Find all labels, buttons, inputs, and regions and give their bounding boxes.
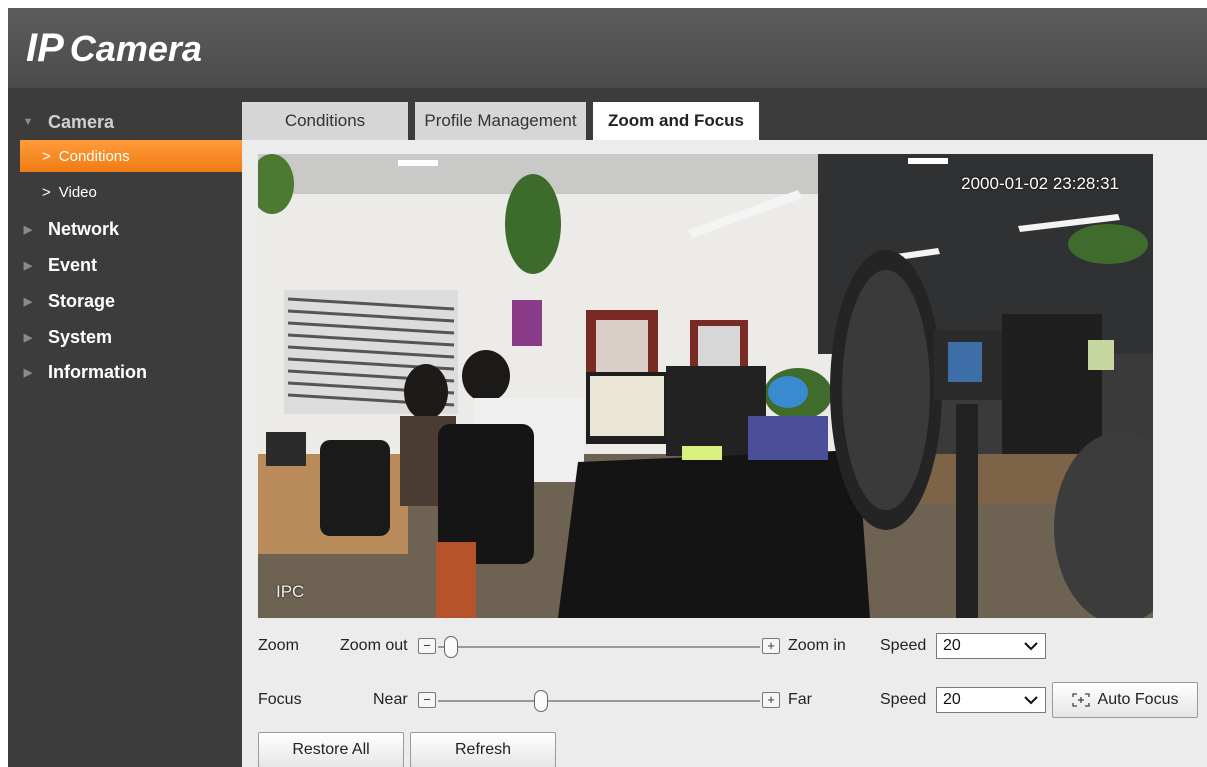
sidebar-item-storage[interactable]: ▶ Storage [8,283,242,319]
zoom-speed-select[interactable]: 20 [936,633,1046,659]
sidebar-item-system[interactable]: ▶ System [8,319,242,355]
sidebar-item-label: System [48,326,113,347]
tab-bar: Conditions Profile Management Zoom and F… [242,102,1207,140]
auto-focus-label: Auto Focus [1097,691,1179,708]
focus-far-label: Far [788,691,812,708]
sidebar-item-label: Event [48,254,98,275]
sidebar-item-label: Video [58,183,97,201]
sidebar-item-conditions[interactable]: > Conditions [20,140,242,172]
sidebar-item-information[interactable]: ▶ Information [8,354,242,390]
tab-zoom-and-focus[interactable]: Zoom and Focus [593,102,759,140]
tab-profile-management[interactable]: Profile Management [415,102,586,140]
refresh-button[interactable]: Refresh [410,732,556,767]
triangle-right-icon: ▶ [23,331,33,344]
logo-camera: Camera [69,28,202,69]
focus-frame-icon [1071,693,1090,707]
restore-all-button[interactable]: Restore All [258,732,404,767]
sidebar-item-event[interactable]: ▶ Event [8,247,242,283]
zoom-slider-handle[interactable] [443,636,458,658]
triangle-right-icon: ▶ [23,259,33,272]
sidebar-item-video[interactable]: > Video [20,176,242,208]
app-window: IP Camera ▼ Camera > Conditions > Video ▶… [8,8,1207,767]
header-bar: IP Camera [8,8,1207,88]
app-logo: IP Camera [26,26,202,71]
zoom-out-label: Zoom out [340,637,408,654]
sidebar-item-label: Conditions [58,147,130,165]
sidebar-item-label: Network [48,218,120,239]
sidebar-item-label: Camera [48,111,115,132]
tab-content: 2000-01-02 23:28:31 IPC Zoom Zoom out − … [242,140,1207,767]
focus-speed-value: 20 [943,691,961,708]
zoom-slider-track[interactable] [438,646,760,648]
chevron-down-icon [1024,696,1038,705]
zoom-in-button[interactable]: + [762,638,780,654]
zoom-out-button[interactable]: − [418,638,436,654]
zoom-in-label: Zoom in [788,637,846,654]
video-timestamp: 2000-01-02 23:28:31 [961,174,1119,193]
auto-focus-button[interactable]: Auto Focus [1052,682,1198,718]
focus-slider-handle[interactable] [534,690,549,712]
zoom-label: Zoom [258,637,299,654]
video-osd-label: IPC [276,582,305,601]
focus-speed-label: Speed [880,691,927,708]
triangle-down-icon: ▼ [22,116,34,128]
main-panel: Conditions Profile Management Zoom and F… [242,88,1207,767]
logo-ip: IP [26,26,64,70]
live-video-view[interactable]: 2000-01-02 23:28:31 IPC [258,154,1153,618]
focus-label: Focus [258,691,302,708]
sidebar-item-camera[interactable]: ▼ Camera [8,104,242,140]
zoom-speed-value: 20 [943,637,961,654]
triangle-right-icon: ▶ [23,366,33,379]
tab-conditions[interactable]: Conditions [242,102,408,140]
zoom-speed-label: Speed [880,637,927,654]
chevron-right-icon: > [42,183,51,201]
video-frame [258,154,1153,618]
focus-slider-track[interactable] [438,700,760,702]
sidebar-item-label: Storage [48,290,116,311]
focus-far-button[interactable]: + [762,692,780,708]
triangle-right-icon: ▶ [23,295,33,308]
chevron-down-icon [1024,642,1038,651]
sidebar: ▼ Camera > Conditions > Video ▶ Network … [8,88,242,767]
triangle-right-icon: ▶ [23,223,33,236]
focus-near-button[interactable]: − [418,692,436,708]
sidebar-item-label: Information [48,361,147,382]
focus-speed-select[interactable]: 20 [936,687,1046,713]
sidebar-item-network[interactable]: ▶ Network [8,211,242,247]
chevron-right-icon: > [42,147,51,165]
focus-near-label: Near [373,691,408,708]
